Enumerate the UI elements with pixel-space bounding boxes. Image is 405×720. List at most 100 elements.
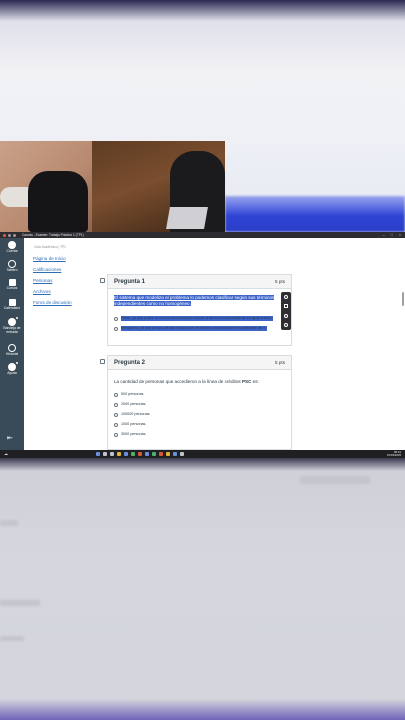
nav-item-calendar[interactable]: Calendario [0,299,24,311]
radio-button[interactable] [114,432,118,437]
help-icon [8,361,19,371]
radio-button[interactable] [114,316,118,321]
answer-label: Falso, ya que posee al menos una ecuació… [121,316,273,322]
question-card: Pregunta 2 5 pts La cantidad de personas… [107,355,292,450]
nav-label: Ayuda [7,371,17,375]
window-controls: – □ × [383,233,401,237]
nav-item-account[interactable]: Cuenta [0,241,24,254]
webcam-chair [28,171,88,232]
calendar-icon [8,299,16,306]
question-text-part: La cantidad de personas que accedieron a… [114,379,242,384]
folder-icon[interactable] [117,452,121,456]
window-title: Canvas - Examen: Trabajo Práctico 1 (TP1… [22,233,84,237]
blurred-blue-band [225,196,405,232]
blurred-background-bottom [0,458,405,720]
answer-option[interactable]: 1000 personas. [114,422,285,427]
nav-label: Calendario [3,306,21,310]
question-title: Pregunta 2 [114,359,146,366]
app-icon[interactable] [173,452,177,456]
word-icon[interactable] [145,452,149,456]
course-link-discussions[interactable]: Foros de discusión [33,300,93,305]
course-link-files[interactable]: Archivos [33,289,93,294]
course-link-home[interactable]: Página de Inicio [33,256,93,261]
answer-label: 3000 personas. [121,432,147,437]
course-link-grades[interactable]: Calificaciones [33,267,93,272]
answer-option[interactable]: 3000 personas. [114,432,285,437]
window-dots [3,233,16,237]
question-body: El sistema que modeliza el problema lo p… [108,289,291,335]
nav-item-courses[interactable]: Cursos [0,279,24,291]
radio-button[interactable] [114,392,118,397]
unread-badge [15,361,19,365]
radio-button[interactable] [114,422,118,427]
question-points: 5 pts [275,279,285,284]
answer-option[interactable]: 2000 personas. [114,402,285,407]
answer-option[interactable]: 100000 personas. [114,412,285,417]
weather-icon[interactable]: ☁ [4,451,8,456]
radio-button[interactable] [114,326,118,331]
share-icon[interactable] [284,313,288,318]
taskbar-apps [96,452,184,456]
account-icon [8,241,16,249]
answer-option[interactable]: 500 personas. [114,392,285,397]
system-clock[interactable]: 08:31 15/03/2025 [387,450,401,458]
blurred-shape [0,636,24,641]
question-header: Pregunta 1 5 pts [108,275,291,289]
browser-window: Canvas - Examen: Trabajo Práctico 1 (TP1… [0,232,405,458]
question-card: Pregunta 1 5 pts El sistema que modeliza… [107,274,292,346]
flag-question-icon[interactable] [100,278,105,283]
radio-button[interactable] [114,402,118,407]
nav-item-history[interactable]: Historial [0,344,24,357]
question-text-strong: PSC [241,379,252,384]
course-nav: Página de Inicio Calificaciones Personas… [33,256,93,311]
app-icon[interactable] [159,452,163,456]
maximize-icon[interactable]: □ [391,233,393,237]
search-icon[interactable] [284,323,288,328]
task-view-icon[interactable] [110,452,114,456]
app-icon[interactable] [180,452,184,456]
start-icon[interactable] [96,452,100,456]
nav-item-help[interactable]: Ayuda [0,361,24,376]
clock-date: 15/03/2025 [387,452,401,457]
nav-label: Cuenta [6,249,18,253]
excel-icon[interactable] [152,452,156,456]
scrollbar-thumb[interactable] [402,292,404,306]
floating-toolbar [281,292,291,330]
blurred-shape [0,520,18,526]
flag-question-icon[interactable] [100,359,105,364]
courses-icon [8,279,16,286]
app-icon[interactable] [166,452,170,456]
question-text: La cantidad de personas que accedieron a… [114,379,285,385]
answer-option[interactable]: Verdadero, ya que en uno de sus ecuacion… [114,326,285,332]
history-icon [8,344,16,352]
nav-label: Bandeja de entrada [3,326,21,334]
answer-label: 2000 personas. [121,402,147,407]
nav-item-dashboard[interactable]: Tablero [0,260,24,273]
blurred-shape [0,600,40,606]
dot-icon [13,233,16,237]
copy-icon[interactable] [284,304,288,309]
breadcrumb: Ciclo Académico | TP1 [34,245,66,249]
nav-label: Cursos [6,286,18,290]
answer-label: Verdadero, ya que en uno de sus ecuacion… [121,326,267,332]
answer-label: 500 personas. [121,392,145,397]
close-icon[interactable]: × [399,233,401,237]
unread-badge [15,316,19,320]
course-link-people[interactable]: Personas [33,278,93,283]
radio-button[interactable] [114,412,118,417]
minimize-icon[interactable]: – [383,233,385,237]
collapse-nav-icon[interactable]: ⇤ [7,435,13,442]
office-icon[interactable] [138,452,142,456]
question-points: 5 pts [275,360,285,365]
chrome-icon[interactable] [131,452,135,456]
answer-label: 100000 personas. [121,412,151,417]
webcam-feed [0,141,225,232]
search-icon[interactable] [103,452,107,456]
link-icon[interactable] [284,294,288,299]
answer-option[interactable]: Falso, ya que posee al menos una ecuació… [114,316,285,322]
question-header: Pregunta 2 5 pts [108,356,291,370]
nav-item-inbox[interactable]: Bandeja de entrada [0,316,24,335]
edge-icon[interactable] [124,452,128,456]
dashboard-icon [8,260,16,268]
record-icon[interactable] [3,233,6,237]
